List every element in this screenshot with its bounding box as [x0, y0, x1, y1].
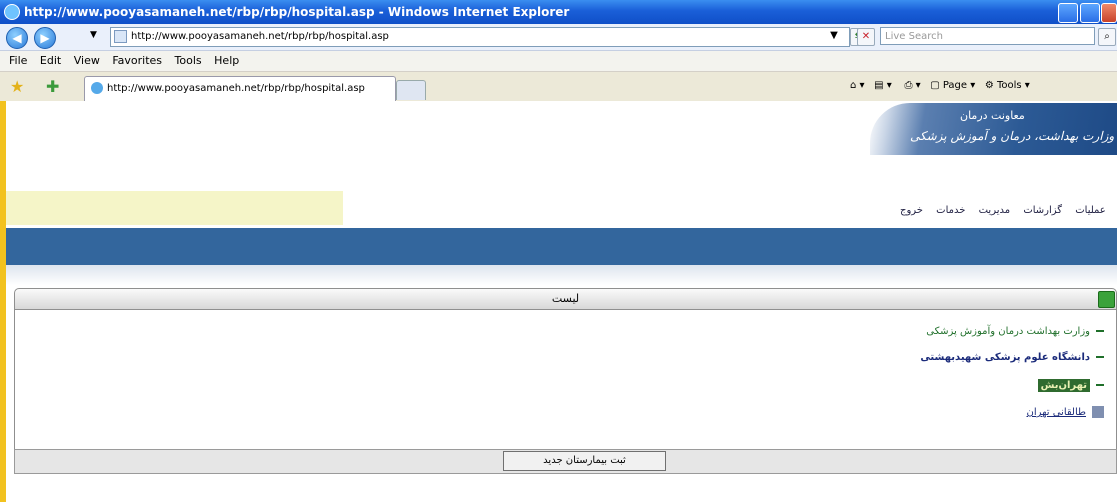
- favorites-star-icon[interactable]: ★: [10, 77, 24, 96]
- tab-active[interactable]: http://www.pooyasamaneh.net/rbp/rbp/hosp…: [84, 76, 396, 101]
- forward-arrow-icon[interactable]: ▶: [34, 27, 56, 49]
- search-icon[interactable]: ⌕: [1098, 28, 1116, 46]
- maximize-button[interactable]: [1080, 3, 1100, 23]
- banner-line1: معاونت درمان: [960, 109, 1025, 122]
- menu-file[interactable]: File: [9, 54, 27, 67]
- tree-panel: وزارت بهداشت درمان وآموزش پزشکی دانشگاه …: [14, 310, 1117, 449]
- new-tab-button[interactable]: [396, 80, 426, 100]
- left-accent-bar: [0, 101, 6, 502]
- nav-operations[interactable]: عملیات: [1075, 205, 1106, 216]
- menu-tools[interactable]: Tools: [175, 54, 202, 67]
- menu-favorites[interactable]: Favorites: [112, 54, 162, 67]
- site-banner: معاونت درمان وزارت بهداشت، درمان و آموزش…: [870, 103, 1117, 155]
- add-favorites-icon[interactable]: ✚: [46, 77, 59, 96]
- nav-services[interactable]: خدمات: [936, 205, 965, 216]
- tree-item-university[interactable]: دانشگاه علوم پزشکی شهیدبهشتی: [920, 352, 1104, 363]
- home-icon[interactable]: ⌂: [850, 80, 856, 91]
- address-input[interactable]: http://www.pooyasamaneh.net/rbp/rbp/hosp…: [110, 27, 850, 47]
- history-dropdown-icon[interactable]: ▼: [90, 30, 97, 40]
- banner-line2: وزارت بهداشت، درمان و آموزش پزشکی: [910, 129, 1115, 143]
- tree-collapse-icon[interactable]: [1096, 330, 1104, 332]
- page-menu-label: Page: [942, 80, 968, 91]
- print-icon[interactable]: ⎙: [904, 80, 912, 91]
- tree-item-hospital-label: طالقانی تهران: [1026, 407, 1087, 418]
- stop-icon[interactable]: ✕: [857, 28, 875, 46]
- header-blue-bar: [6, 228, 1117, 265]
- refresh-panel-icon[interactable]: [1098, 291, 1115, 308]
- window-title: http://www.pooyasamaneh.net/rbp/rbp/hosp…: [24, 5, 570, 19]
- menu-view[interactable]: View: [74, 54, 100, 67]
- minimize-button[interactable]: [1058, 3, 1078, 23]
- page-icon: [114, 29, 127, 43]
- close-button[interactable]: [1101, 3, 1117, 23]
- tree-item-ministry[interactable]: وزارت بهداشت درمان وآموزش پزشکی: [926, 326, 1104, 337]
- header-light-band: [6, 191, 343, 225]
- nav-management[interactable]: مدیریت: [979, 205, 1011, 216]
- add-hospital-button[interactable]: ثبت بیمارستان جدید: [503, 451, 666, 471]
- tools-menu-label: Tools: [996, 80, 1022, 91]
- nav-exit[interactable]: خروج: [900, 205, 923, 216]
- address-toolbar: ◀ ▶ ▼ http://www.pooyasamaneh.net/rbp/rb…: [0, 24, 1117, 51]
- site-nav: عملیات گزارشات مدیریت خدمات خروج: [890, 205, 1106, 216]
- nav-reports[interactable]: گزارشات: [1023, 205, 1062, 216]
- header-shadow: [6, 265, 1117, 285]
- tab-label: http://www.pooyasamaneh.net/rbp/rbp/hosp…: [107, 83, 365, 94]
- ie-page-icon: [91, 82, 103, 94]
- tree-item-region[interactable]: تهران‌بش: [1037, 379, 1104, 392]
- ie-icon: [4, 4, 20, 20]
- tree-collapse-icon[interactable]: [1096, 384, 1104, 386]
- tree-item-hospital[interactable]: طالقانی تهران: [1026, 406, 1104, 418]
- page-menu[interactable]: ▢ Page ▾: [930, 80, 975, 91]
- page-content: معاونت درمان وزارت بهداشت، درمان و آموزش…: [0, 101, 1117, 502]
- tools-menu[interactable]: ⚙ Tools ▾: [985, 80, 1030, 91]
- feeds-icon[interactable]: ▤: [874, 80, 883, 91]
- back-arrow-icon[interactable]: ◀: [6, 27, 28, 49]
- tree-item-university-label: دانشگاه علوم پزشکی شهیدبهشتی: [920, 352, 1090, 363]
- menu-help[interactable]: Help: [214, 54, 239, 67]
- tree-item-ministry-label: وزارت بهداشت درمان وآموزش پزشکی: [926, 326, 1090, 337]
- menu-bar: File Edit View Favorites Tools Help: [0, 51, 1117, 72]
- command-bar: ⌂ ▾ ▤ ▾ ⎙ ▾ ▢ Page ▾ ⚙ Tools ▾: [850, 80, 1030, 91]
- tree-collapse-icon[interactable]: [1096, 356, 1104, 358]
- menu-edit[interactable]: Edit: [40, 54, 61, 67]
- tab-bar: ★ ✚ http://www.pooyasamaneh.net/rbp/rbp/…: [0, 72, 1117, 102]
- search-placeholder: Live Search: [885, 31, 943, 42]
- address-dropdown-icon[interactable]: ▼: [826, 28, 842, 44]
- hospital-icon: [1092, 406, 1104, 418]
- search-input[interactable]: Live Search: [880, 27, 1095, 45]
- panel-title: لیست: [551, 292, 580, 305]
- window-title-bar: http://www.pooyasamaneh.net/rbp/rbp/hosp…: [0, 0, 1117, 24]
- list-panel-header: لیست: [14, 288, 1117, 310]
- address-url: http://www.pooyasamaneh.net/rbp/rbp/hosp…: [131, 31, 389, 42]
- tree-item-region-label: تهران‌بش: [1037, 379, 1090, 392]
